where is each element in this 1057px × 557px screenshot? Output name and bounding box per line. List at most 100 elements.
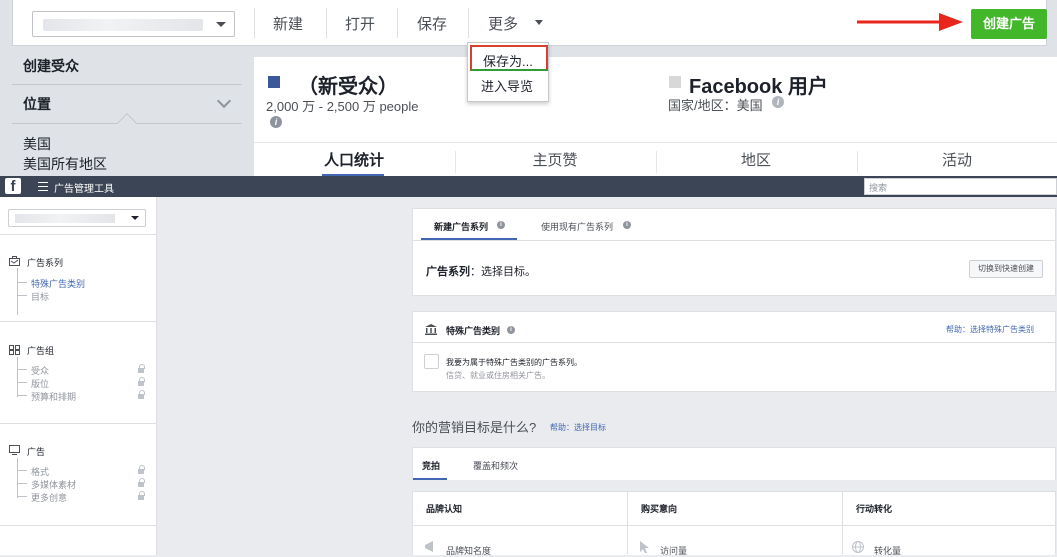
ads-manager-panel: f 广告管理工具 搜索 广告系列 特殊广告类别 目标 广告组 受众 版位 预算和… [0, 176, 1057, 557]
objective-grid: 品牌认知 购买意向 行动转化 品牌知名度 访问量 转化量 [412, 491, 1056, 557]
cursor-icon [640, 541, 649, 553]
lock-icon [138, 478, 145, 488]
audience-insights-panel: 新建 打开 保存 更多 创建广告 创建受众 位置 美国 美国所有地区 （新受众）… [0, 0, 1057, 177]
tree-branch [17, 483, 27, 484]
lock-icon [138, 390, 145, 400]
campaign-label: 广告系列 [426, 266, 470, 278]
chevron-down-icon [535, 20, 543, 25]
sidebar-section-campaign[interactable]: 广告系列 [27, 256, 63, 269]
sidebar-item-objective[interactable]: 目标 [31, 290, 49, 303]
campaign-card: 新建广告系列 i 使用现有广告系列 i 广告系列：选择目标。 切换到快速创建 [412, 208, 1056, 296]
sidebar-item-format[interactable]: 格式 [31, 465, 49, 478]
account-name-redacted [15, 214, 115, 223]
objective-conversions[interactable]: 转化量 [874, 544, 901, 557]
tab-page-likes[interactable]: 主页赞 [455, 149, 655, 170]
tab-new-campaign[interactable]: 新建广告系列 [434, 220, 488, 233]
sidebar-item-budget-schedule[interactable]: 预算和排期 [31, 390, 76, 403]
tree-line [17, 458, 18, 498]
tree-branch [17, 369, 27, 370]
sidebar-item-media[interactable]: 多媒体素材 [31, 478, 76, 491]
info-icon[interactable]: i [497, 221, 505, 229]
lock-icon [138, 491, 145, 501]
account-selector[interactable] [32, 11, 235, 37]
toolbar-divider [468, 8, 469, 38]
create-audience-title: 创建受众 [23, 58, 79, 74]
megaphone-icon [425, 541, 433, 552]
save-button[interactable]: 保存 [417, 13, 447, 34]
sidebar-item-more-creative[interactable]: 更多创意 [31, 491, 67, 504]
search-input[interactable]: 搜索 [864, 178, 1057, 195]
column-consideration: 购买意向 [641, 504, 678, 514]
info-icon[interactable]: i [623, 221, 631, 229]
country-info: 国家/地区：美国 [668, 95, 763, 114]
location-country: 美国 [23, 136, 51, 152]
create-ad-button[interactable]: 创建广告 [971, 9, 1047, 39]
special-ad-category-card: 特殊广告类别 i 帮助：选择特殊广告类别 我要为属于特殊广告类别的广告系列。 信… [412, 311, 1056, 392]
divider [413, 240, 1055, 241]
tree-line [17, 357, 18, 397]
tour-menu-item[interactable]: 进入导览 [481, 76, 533, 95]
tab-location[interactable]: 地区 [656, 149, 856, 170]
quick-create-button[interactable]: 切换到快速创建 [969, 260, 1043, 278]
tree-branch [17, 496, 27, 497]
comparison-color-swatch [669, 76, 681, 88]
info-icon[interactable]: i [772, 96, 784, 108]
lock-icon [138, 377, 145, 387]
divider [0, 234, 157, 235]
globe-icon [852, 541, 864, 553]
tab-demographics[interactable]: 人口统计 [254, 149, 454, 170]
special-category-checkbox[interactable] [424, 354, 439, 369]
info-icon[interactable]: i [507, 326, 515, 334]
sidebar-item-audience[interactable]: 受众 [31, 364, 49, 377]
column-conversion: 行动转化 [856, 504, 893, 514]
save-as-menu-item[interactable]: 保存为... [470, 45, 548, 71]
checkbox-sublabel: 信贷、就业或住房相关广告。 [446, 371, 550, 380]
audience-summary: （新受众） 2,000 万 - 2,500 万 people i Faceboo… [254, 57, 1057, 177]
campaign-prompt-text: ：选择目标。 [470, 266, 536, 278]
campaign-prompt: 广告系列：选择目标。 [426, 263, 536, 279]
monitor-icon [9, 445, 20, 455]
sidebar-item-special-ad-category[interactable]: 特殊广告类别 [31, 277, 85, 290]
location-detail: 美国所有地区 [23, 156, 107, 172]
facebook-logo-icon[interactable]: f [5, 178, 21, 195]
new-button[interactable]: 新建 [273, 13, 303, 34]
chevron-down-icon[interactable] [216, 93, 232, 109]
hamburger-menu-icon[interactable] [38, 182, 48, 191]
more-dropdown-menu: 保存为... 进入导览 [467, 42, 549, 102]
objective-brand-awareness[interactable]: 品牌知名度 [446, 544, 491, 557]
objective-traffic[interactable]: 访问量 [660, 544, 687, 557]
divider [0, 321, 157, 322]
chevron-down-icon [216, 22, 226, 27]
divider [0, 423, 157, 424]
open-button[interactable]: 打开 [345, 13, 375, 34]
campaign-sidebar: 广告系列 特殊广告类别 目标 广告组 受众 版位 预算和排期 广告 格式 多媒体… [0, 197, 157, 555]
column-divider [842, 492, 843, 554]
lock-icon [138, 465, 145, 475]
objective-help-link[interactable]: 帮助：选择目标 [550, 422, 606, 433]
lock-icon [138, 364, 145, 374]
special-category-help-link[interactable]: 帮助：选择特殊广告类别 [946, 324, 1034, 335]
column-awareness: 品牌认知 [426, 504, 463, 514]
ad-account-selector[interactable] [8, 209, 146, 227]
ads-manager-title[interactable]: 广告管理工具 [54, 180, 114, 195]
tab-reach-frequency[interactable]: 覆盖和频次 [473, 459, 518, 472]
audience-name: （新受众） [298, 76, 398, 98]
red-arrow-annotation-icon [857, 13, 963, 31]
chevron-down-icon [131, 216, 139, 220]
tab-auction[interactable]: 竞拍 [422, 459, 440, 472]
grid-icon [9, 345, 20, 355]
divider [12, 84, 242, 85]
tab-existing-campaign[interactable]: 使用现有广告系列 [541, 220, 613, 233]
sidebar-section-ad[interactable]: 广告 [27, 445, 45, 458]
sidebar-section-adset[interactable]: 广告组 [27, 344, 54, 357]
tab-activity[interactable]: 活动 [857, 149, 1057, 170]
sidebar-item-placements[interactable]: 版位 [31, 377, 49, 390]
create-audience-panel: 创建受众 位置 美国 美国所有地区 [12, 46, 242, 176]
location-filter-toggle[interactable]: 位置 [23, 94, 51, 114]
bank-icon [425, 324, 437, 335]
more-button[interactable]: 更多 [488, 13, 518, 34]
toolbar-divider [397, 8, 398, 38]
active-tab-indicator [413, 478, 447, 480]
info-icon[interactable]: i [270, 116, 282, 128]
toolbar-divider [254, 8, 255, 38]
